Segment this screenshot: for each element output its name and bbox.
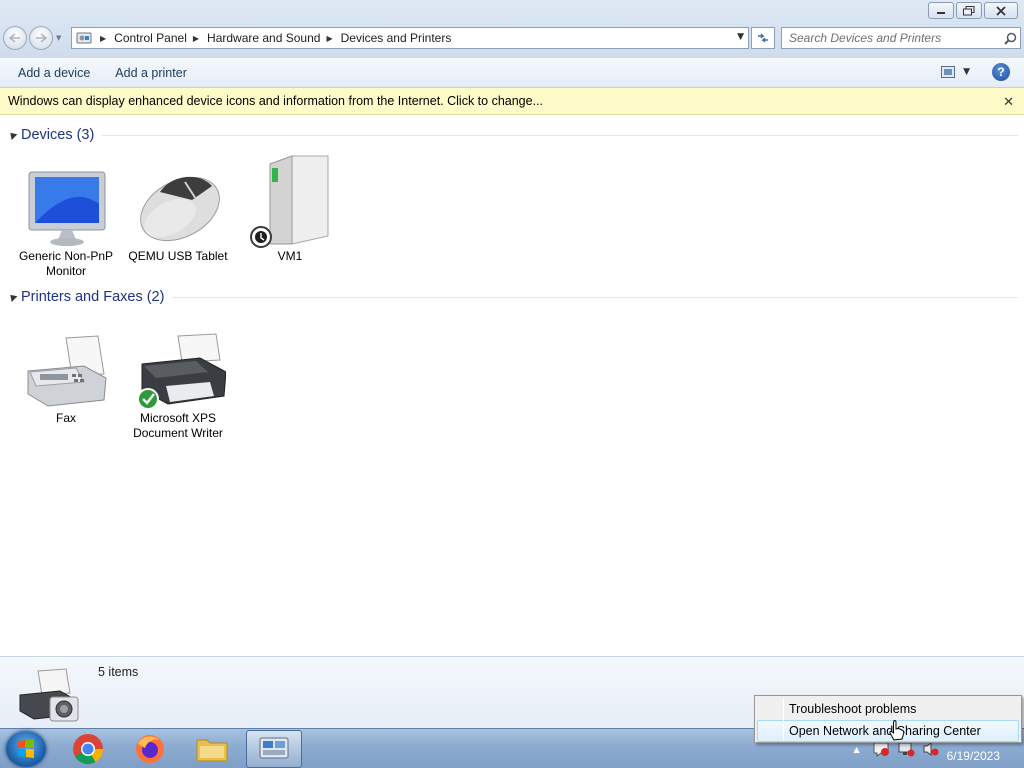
group-printers-header[interactable]: Printers and Faxes (2)	[0, 287, 1024, 307]
device-label: QEMU USB Tablet	[128, 249, 228, 263]
view-icon	[941, 66, 956, 78]
search-box[interactable]	[781, 27, 1021, 49]
printer-label: Fax	[55, 411, 76, 425]
printer-camera-icon	[16, 665, 82, 725]
show-hidden-icons-icon[interactable]: ▲	[853, 745, 859, 754]
group-devices-header[interactable]: Devices (3)	[0, 125, 1024, 145]
item-count: 5 items	[98, 665, 139, 679]
windows-logo-icon	[18, 739, 34, 758]
address-bar[interactable]: ▶ Control Panel ▶ Hardware and Sound ▶ D…	[71, 27, 749, 49]
chevron-down-icon[interactable]: ▼	[737, 32, 744, 42]
device-vm1[interactable]: VM1	[235, 154, 345, 264]
recent-pages-dropdown[interactable]: ▼	[56, 34, 64, 42]
control-panel-icon	[74, 28, 94, 48]
divider	[172, 296, 1018, 298]
collapse-triangle-icon[interactable]	[7, 292, 18, 302]
breadcrumb-hardware-and-sound[interactable]: Hardware and Sound	[207, 31, 320, 45]
forward-button[interactable]	[29, 26, 53, 50]
breadcrumb-separator[interactable]: ▶	[326, 34, 332, 43]
search-icon[interactable]	[1000, 32, 1020, 45]
refresh-button[interactable]	[751, 27, 775, 49]
menu-item-open-network-and-sharing-center[interactable]: Open Network and Sharing Center	[757, 720, 1019, 742]
taskbar-explorer[interactable]	[184, 730, 240, 768]
menu-item-troubleshoot-problems[interactable]: Troubleshoot problems	[757, 698, 1019, 720]
chevron-down-icon[interactable]: ▼	[963, 67, 970, 77]
taskbar-firefox[interactable]	[122, 730, 178, 768]
window-titlebar: ▼ ▶ Control Panel ▶ Hardware and Sound ▶…	[0, 0, 1024, 58]
folder-icon	[196, 739, 228, 762]
breadcrumb-control-panel[interactable]: Control Panel	[114, 31, 187, 45]
device-monitor[interactable]: Generic Non-PnP Monitor	[11, 154, 121, 279]
taskbar-devices-and-printers[interactable]	[246, 730, 302, 768]
info-bar-text[interactable]: Windows can display enhanced device icon…	[0, 94, 543, 108]
chrome-icon	[73, 734, 103, 765]
device-tablet[interactable]: QEMU USB Tablet	[123, 154, 233, 264]
device-label: VM1	[277, 249, 303, 263]
close-icon	[996, 5, 1006, 16]
back-button[interactable]	[3, 26, 27, 50]
group-printers-title[interactable]: Printers and Faxes (2)	[21, 289, 164, 305]
printer-label: Microsoft XPS Document Writer	[133, 411, 223, 440]
clock-date: 6/19/2023	[946, 749, 1000, 763]
divider	[102, 134, 1018, 136]
help-icon[interactable]: ?	[992, 63, 1010, 81]
menu-gutter	[783, 698, 784, 740]
taskbar-chrome[interactable]	[60, 730, 116, 768]
group-devices-title[interactable]: Devices (3)	[21, 127, 94, 143]
close-icon[interactable]: ✕	[1003, 94, 1014, 110]
minimize-button[interactable]	[928, 2, 954, 19]
network-context-menu: Troubleshoot problems Open Network and S…	[754, 695, 1022, 743]
breadcrumb-devices-and-printers[interactable]: Devices and Printers	[341, 31, 452, 45]
info-bar[interactable]: Windows can display enhanced device icon…	[0, 88, 1024, 115]
device-label: Generic Non-PnP Monitor	[18, 249, 114, 278]
monitor-icon	[18, 154, 114, 248]
mouse-icon	[130, 154, 226, 248]
navigation-buttons: ▼	[3, 26, 64, 50]
change-view-button[interactable]: ▼	[941, 66, 970, 78]
restore-button[interactable]	[956, 2, 982, 19]
breadcrumb-separator[interactable]: ▶	[100, 34, 106, 43]
firefox-icon	[136, 735, 164, 763]
search-input[interactable]	[782, 29, 1000, 47]
minimize-icon	[937, 11, 945, 14]
breadcrumb-separator[interactable]: ▶	[193, 34, 199, 43]
printer-fax[interactable]: Fax	[11, 316, 121, 426]
start-button[interactable]	[6, 731, 46, 767]
network-icon[interactable]	[897, 741, 915, 757]
add-device-button[interactable]: Add a device	[9, 66, 99, 80]
add-printer-button[interactable]: Add a printer	[106, 66, 196, 80]
refresh-icon	[758, 33, 768, 43]
close-button[interactable]	[984, 2, 1018, 19]
printer-icon	[130, 316, 227, 410]
command-bar: Add a device Add a printer ▼ ?	[0, 58, 1024, 88]
devices-and-printers-icon	[259, 737, 289, 759]
collapse-triangle-icon[interactable]	[7, 130, 18, 140]
forward-arrow-icon	[36, 33, 47, 43]
hand-cursor-icon	[889, 720, 905, 741]
fax-icon	[18, 316, 114, 410]
caption-buttons	[928, 2, 1018, 19]
printer-xps[interactable]: Microsoft XPS Document Writer	[123, 316, 233, 441]
action-center-icon[interactable]	[872, 741, 890, 757]
computer-icon	[242, 154, 338, 248]
back-arrow-icon	[9, 33, 20, 43]
restore-icon	[963, 5, 975, 15]
volume-icon[interactable]	[922, 741, 940, 757]
